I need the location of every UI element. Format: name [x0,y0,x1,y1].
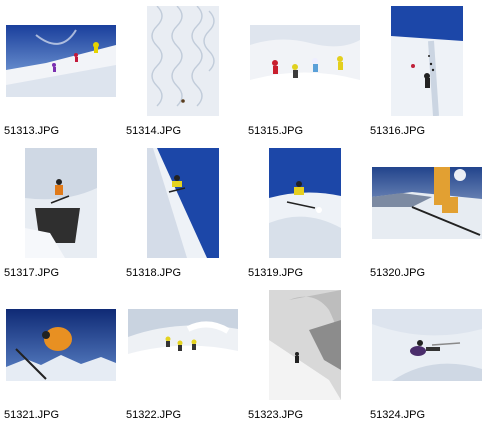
thumbnail-item[interactable]: 51323.JPG [244,284,366,424]
thumbnail-filename: 51323.JPG [248,409,304,421]
thumbnail-image[interactable] [391,6,463,116]
thumbnail-item[interactable]: 51319.JPG [244,142,366,282]
thumbnail-filename: 51314.JPG [126,125,182,137]
thumbnail-filename: 51318.JPG [126,267,182,279]
thumbnail-image[interactable] [372,309,482,381]
thumbnail-image[interactable] [147,6,219,116]
thumbnail-item[interactable]: 51318.JPG [122,142,244,282]
thumbnail-item[interactable]: 51316.JPG [366,0,488,140]
thumbnail-image[interactable] [269,290,341,400]
thumbnail-filename: 51317.JPG [4,267,60,279]
thumbnail-item[interactable]: 51322.JPG [122,284,244,424]
thumbnail-image[interactable] [6,25,116,97]
thumbnail-gallery: 51313.JPG 51314.JPG 51315.JPG 51316.JPG … [0,0,492,430]
thumbnail-image[interactable] [147,148,219,258]
thumbnail-item[interactable]: 51320.JPG [366,142,488,282]
thumbnail-filename: 51319.JPG [248,267,304,279]
thumbnail-filename: 51315.JPG [248,125,304,137]
thumbnail-item[interactable]: 51324.JPG [366,284,488,424]
thumbnail-image[interactable] [372,167,482,239]
thumbnail-filename: 51316.JPG [370,125,426,137]
thumbnail-item[interactable]: 51321.JPG [0,284,122,424]
thumbnail-filename: 51320.JPG [370,267,426,279]
thumbnail-image[interactable] [128,309,238,381]
thumbnail-item[interactable]: 51317.JPG [0,142,122,282]
thumbnail-filename: 51324.JPG [370,409,426,421]
thumbnail-filename: 51313.JPG [4,125,60,137]
thumbnail-image[interactable] [250,25,360,97]
thumbnail-item[interactable]: 51315.JPG [244,0,366,140]
thumbnail-filename: 51322.JPG [126,409,182,421]
thumbnail-item[interactable]: 51314.JPG [122,0,244,140]
thumbnail-image[interactable] [269,148,341,258]
thumbnail-item[interactable]: 51313.JPG [0,0,122,140]
thumbnail-filename: 51321.JPG [4,409,60,421]
thumbnail-image[interactable] [25,148,97,258]
thumbnail-image[interactable] [6,309,116,381]
